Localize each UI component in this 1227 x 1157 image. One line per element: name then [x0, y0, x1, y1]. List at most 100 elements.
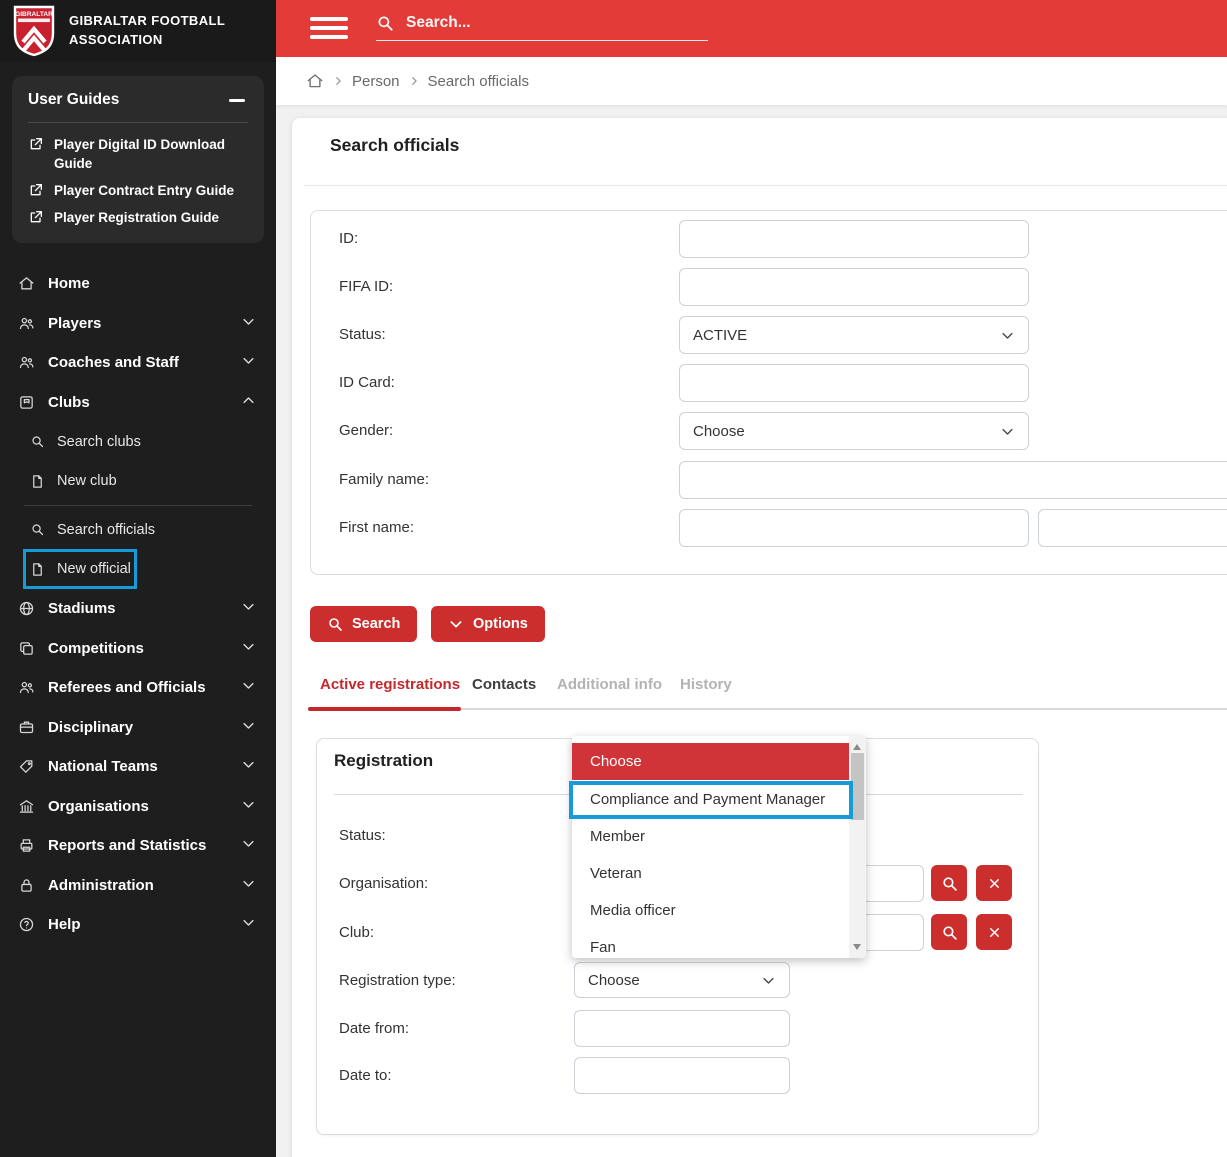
- sidebar-item-new-club[interactable]: New club: [0, 462, 276, 502]
- chevron-down-icon: [241, 876, 256, 895]
- user-guides-card: User Guides Player Digital ID Download G…: [12, 76, 264, 243]
- sidebar-item-reports-and-statistics[interactable]: Reports and Statistics: [0, 826, 276, 866]
- chevron-down-icon: [241, 718, 256, 737]
- sidebar-item-help[interactable]: Help: [0, 905, 276, 945]
- club-lookup-button[interactable]: [931, 914, 967, 950]
- tab-active-registrations[interactable]: Active registrations: [320, 676, 460, 693]
- sidebar-item-clubs[interactable]: Clubs: [0, 383, 276, 423]
- id-input[interactable]: [679, 220, 1029, 258]
- document-icon: [30, 474, 45, 489]
- collapse-user-guides-button[interactable]: [226, 91, 248, 109]
- lock-icon: [18, 877, 35, 894]
- sidebar-item-stadiums[interactable]: Stadiums: [0, 589, 276, 629]
- scroll-up-icon[interactable]: [853, 744, 861, 750]
- guide-link-contract-entry[interactable]: Player Contract Entry Guide: [28, 181, 248, 200]
- sidebar-nav: Home Players Coaches and Staff Clubs Sea…: [0, 264, 276, 945]
- registration-type-label: Registration type:: [339, 972, 456, 989]
- brand-header: GIBRALTAR GIBRALTAR FOOTBALL ASSOCIATION: [0, 0, 276, 62]
- fifa-id-label: FIFA ID:: [339, 278, 394, 295]
- sidebar-item-organisations[interactable]: Organisations: [0, 787, 276, 827]
- sidebar-item-search-clubs[interactable]: Search clubs: [0, 422, 276, 462]
- dropdown-option-choose[interactable]: Choose: [572, 743, 849, 780]
- breadcrumb-person[interactable]: Person: [352, 73, 400, 90]
- club-clear-button[interactable]: [976, 914, 1012, 950]
- dropdown-option-fan[interactable]: Fan: [572, 929, 849, 958]
- printer-icon: [18, 837, 35, 854]
- club-badge-icon: [18, 394, 35, 411]
- gender-select[interactable]: Choose: [679, 412, 1029, 450]
- x-icon: [989, 927, 999, 937]
- chevron-down-icon: [241, 757, 256, 776]
- organisation-lookup-button[interactable]: [931, 865, 967, 901]
- sidebar-item-home[interactable]: Home: [0, 264, 276, 304]
- sidebar-item-players[interactable]: Players: [0, 304, 276, 344]
- divider: [28, 122, 248, 123]
- date-from-input[interactable]: [574, 1010, 790, 1047]
- guide-link-digital-id[interactable]: Player Digital ID Download Guide: [28, 135, 248, 173]
- sidebar-item-search-officials[interactable]: Search officials: [0, 510, 276, 550]
- tab-contacts[interactable]: Contacts: [472, 676, 536, 693]
- document-icon: [30, 562, 45, 577]
- first-name-input[interactable]: [679, 509, 1029, 547]
- options-button[interactable]: Options: [431, 606, 545, 642]
- people-icon: [18, 354, 35, 371]
- id-label: ID:: [339, 230, 359, 247]
- guide-link-registration[interactable]: Player Registration Guide: [28, 208, 248, 227]
- search-icon: [942, 876, 957, 891]
- organisation-label: Organisation:: [339, 875, 429, 892]
- global-search: [376, 13, 708, 41]
- sidebar-item-new-official[interactable]: New official: [0, 550, 276, 590]
- chevron-down-icon: [241, 639, 256, 658]
- id-card-input[interactable]: [679, 364, 1029, 402]
- sidebar-item-referees-and-officials[interactable]: Referees and Officials: [0, 668, 276, 708]
- divider: [304, 185, 1227, 186]
- help-icon: [18, 916, 35, 933]
- tab-history: History: [680, 676, 732, 693]
- global-search-input[interactable]: [404, 13, 708, 33]
- first-name-secondary-input[interactable]: [1038, 509, 1227, 547]
- topbar: [276, 0, 1227, 57]
- copy-icon: [18, 640, 35, 657]
- dropdown-option-compliance-and-payment-manager[interactable]: Compliance and Payment Manager: [572, 781, 849, 818]
- globe-icon: [18, 600, 35, 617]
- dropdown-option-media-officer[interactable]: Media officer: [572, 892, 849, 929]
- search-icon: [30, 434, 45, 449]
- home-icon[interactable]: [306, 72, 324, 90]
- search-icon: [30, 522, 45, 537]
- dropdown-option-member[interactable]: Member: [572, 818, 849, 855]
- search-icon: [942, 925, 957, 940]
- sidebar-item-disciplinary[interactable]: Disciplinary: [0, 708, 276, 748]
- dropdown-option-veteran[interactable]: Veteran: [572, 855, 849, 892]
- svg-text:GIBRALTAR: GIBRALTAR: [15, 11, 53, 18]
- breadcrumb: Person Search officials: [276, 57, 1227, 105]
- id-card-label: ID Card:: [339, 374, 395, 391]
- search-icon: [329, 618, 342, 631]
- org-name: GIBRALTAR FOOTBALL ASSOCIATION: [69, 13, 226, 47]
- family-name-label: Family name:: [339, 471, 430, 488]
- chevron-down-icon: [241, 915, 256, 934]
- date-to-input[interactable]: [574, 1057, 790, 1094]
- chevron-down-icon: [241, 353, 256, 372]
- briefcase-icon: [18, 719, 35, 736]
- sidebar-item-coaches-and-staff[interactable]: Coaches and Staff: [0, 343, 276, 383]
- sidebar-item-competitions[interactable]: Competitions: [0, 629, 276, 669]
- gfa-shield-logo: GIBRALTAR: [13, 5, 55, 57]
- first-name-label: First name:: [339, 519, 415, 536]
- family-name-input[interactable]: [679, 461, 1227, 499]
- people-icon: [18, 315, 35, 332]
- organisation-clear-button[interactable]: [976, 865, 1012, 901]
- chevron-down-icon: [241, 678, 256, 697]
- sidebar-item-national-teams[interactable]: National Teams: [0, 747, 276, 787]
- sidebar-item-administration[interactable]: Administration: [0, 866, 276, 906]
- registration-type-select[interactable]: Choose: [574, 962, 790, 998]
- dropdown-scrollbar[interactable]: [849, 736, 866, 958]
- scroll-down-icon[interactable]: [853, 944, 861, 950]
- fifa-id-input[interactable]: [679, 268, 1029, 306]
- scrollbar-thumb[interactable]: [851, 753, 864, 820]
- search-officials-form: ID: FIFA ID: Status: ACTIVE ID Card: Gen…: [310, 210, 1227, 575]
- chevron-right-icon: [411, 77, 417, 85]
- status-select[interactable]: ACTIVE: [679, 316, 1029, 354]
- chevron-down-icon: [241, 836, 256, 855]
- search-button[interactable]: Search: [310, 606, 418, 642]
- menu-toggle-button[interactable]: [310, 17, 348, 39]
